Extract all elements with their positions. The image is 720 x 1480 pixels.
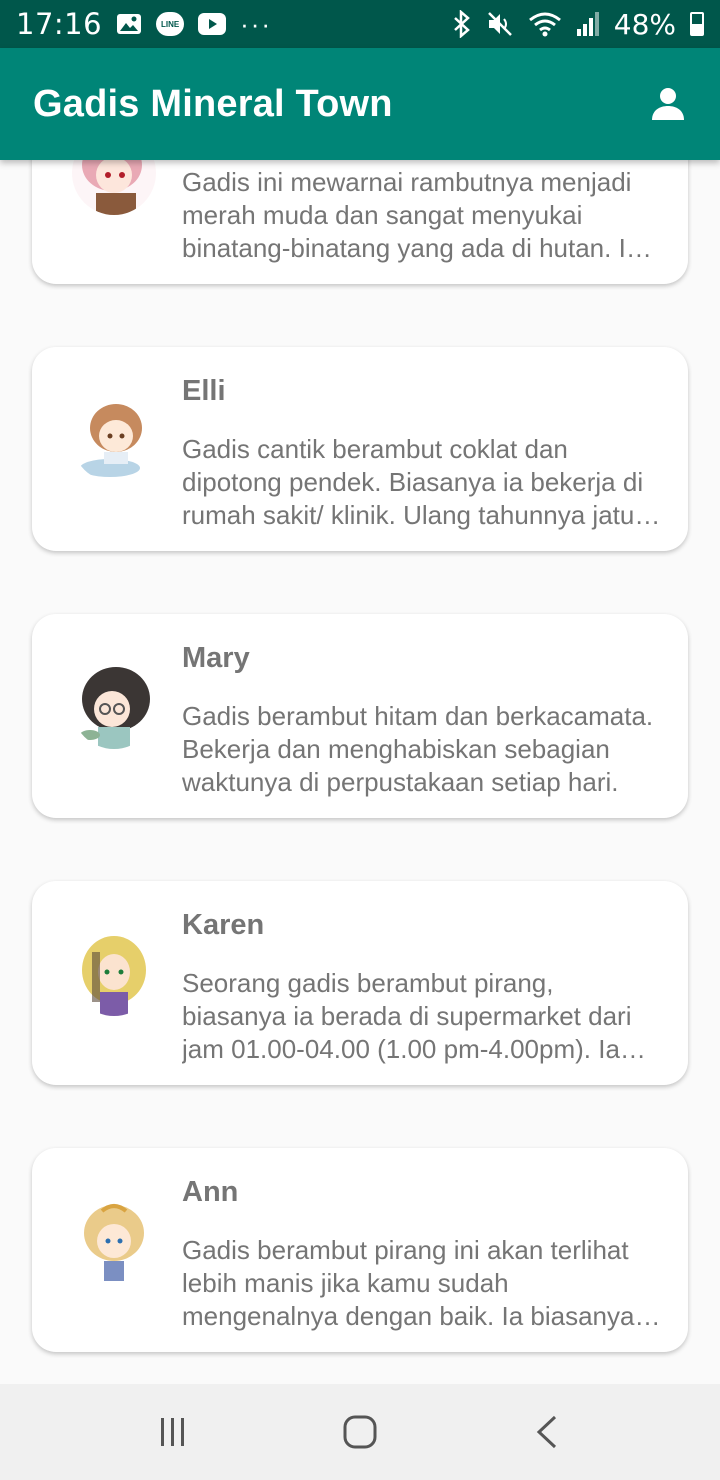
image-icon xyxy=(116,13,142,35)
character-avatar xyxy=(72,160,156,215)
status-bar: 17:16 LINE ··· 48% xyxy=(0,0,720,48)
character-name: Ann xyxy=(182,1176,239,1208)
youtube-icon xyxy=(198,13,227,35)
character-description: Gadis berambut hitam dan berkacamata. Be… xyxy=(182,701,654,797)
status-time: 17:16 xyxy=(16,7,103,41)
character-card[interactable]: Ann Gadis berambut pirang ini akan terli… xyxy=(32,1148,688,1352)
back-icon xyxy=(536,1415,556,1449)
character-name: Karen xyxy=(182,909,265,941)
app-title: Gadis Mineral Town xyxy=(33,82,393,125)
app-bar: Gadis Mineral Town xyxy=(0,48,720,160)
wifi-icon xyxy=(528,10,562,38)
home-button[interactable] xyxy=(328,1400,392,1464)
character-name: Mary xyxy=(182,642,250,674)
status-right: 48% xyxy=(452,8,704,41)
character-avatar xyxy=(72,932,156,1016)
account-icon xyxy=(652,88,684,120)
back-button[interactable] xyxy=(515,1400,579,1464)
character-description: Gadis ini mewarnai rambutnya menjadi mer… xyxy=(182,167,641,263)
recent-apps-button[interactable] xyxy=(141,1400,205,1464)
character-list[interactable]: Gadis ini mewarnai rambutnya menjadi mer… xyxy=(0,160,720,1384)
recent-apps-icon xyxy=(161,1418,185,1446)
character-description: Gadis berambut pirang ini akan terlihat … xyxy=(182,1235,635,1331)
mute-icon xyxy=(486,10,514,38)
character-card[interactable]: Mary Gadis berambut hitam dan berkacamat… xyxy=(32,614,688,818)
more-notifications-icon: ··· xyxy=(240,8,273,39)
character-card[interactable]: Gadis ini mewarnai rambutnya menjadi mer… xyxy=(32,160,688,284)
character-name: Elli xyxy=(182,375,226,407)
line-icon: LINE xyxy=(156,12,185,36)
character-avatar xyxy=(72,398,156,482)
character-card[interactable]: Karen Seorang gadis berambut pirang, bia… xyxy=(32,881,688,1085)
battery-percent: 48% xyxy=(613,7,676,41)
character-description: Gadis cantik berambut coklat dan dipoton… xyxy=(182,434,649,530)
battery-icon xyxy=(690,12,704,36)
character-avatar xyxy=(72,1199,156,1283)
home-icon xyxy=(343,1415,377,1449)
character-description: Seorang gadis berambut pirang, biasanya … xyxy=(182,968,632,1064)
signal-icon xyxy=(576,11,600,37)
bluetooth-icon xyxy=(452,10,472,38)
status-left: 17:16 LINE ··· xyxy=(16,7,272,41)
character-card[interactable]: Elli Gadis cantik berambut coklat dan di… xyxy=(32,347,688,551)
character-avatar xyxy=(72,665,156,749)
navigation-bar xyxy=(0,1384,720,1480)
account-button[interactable] xyxy=(644,80,692,128)
